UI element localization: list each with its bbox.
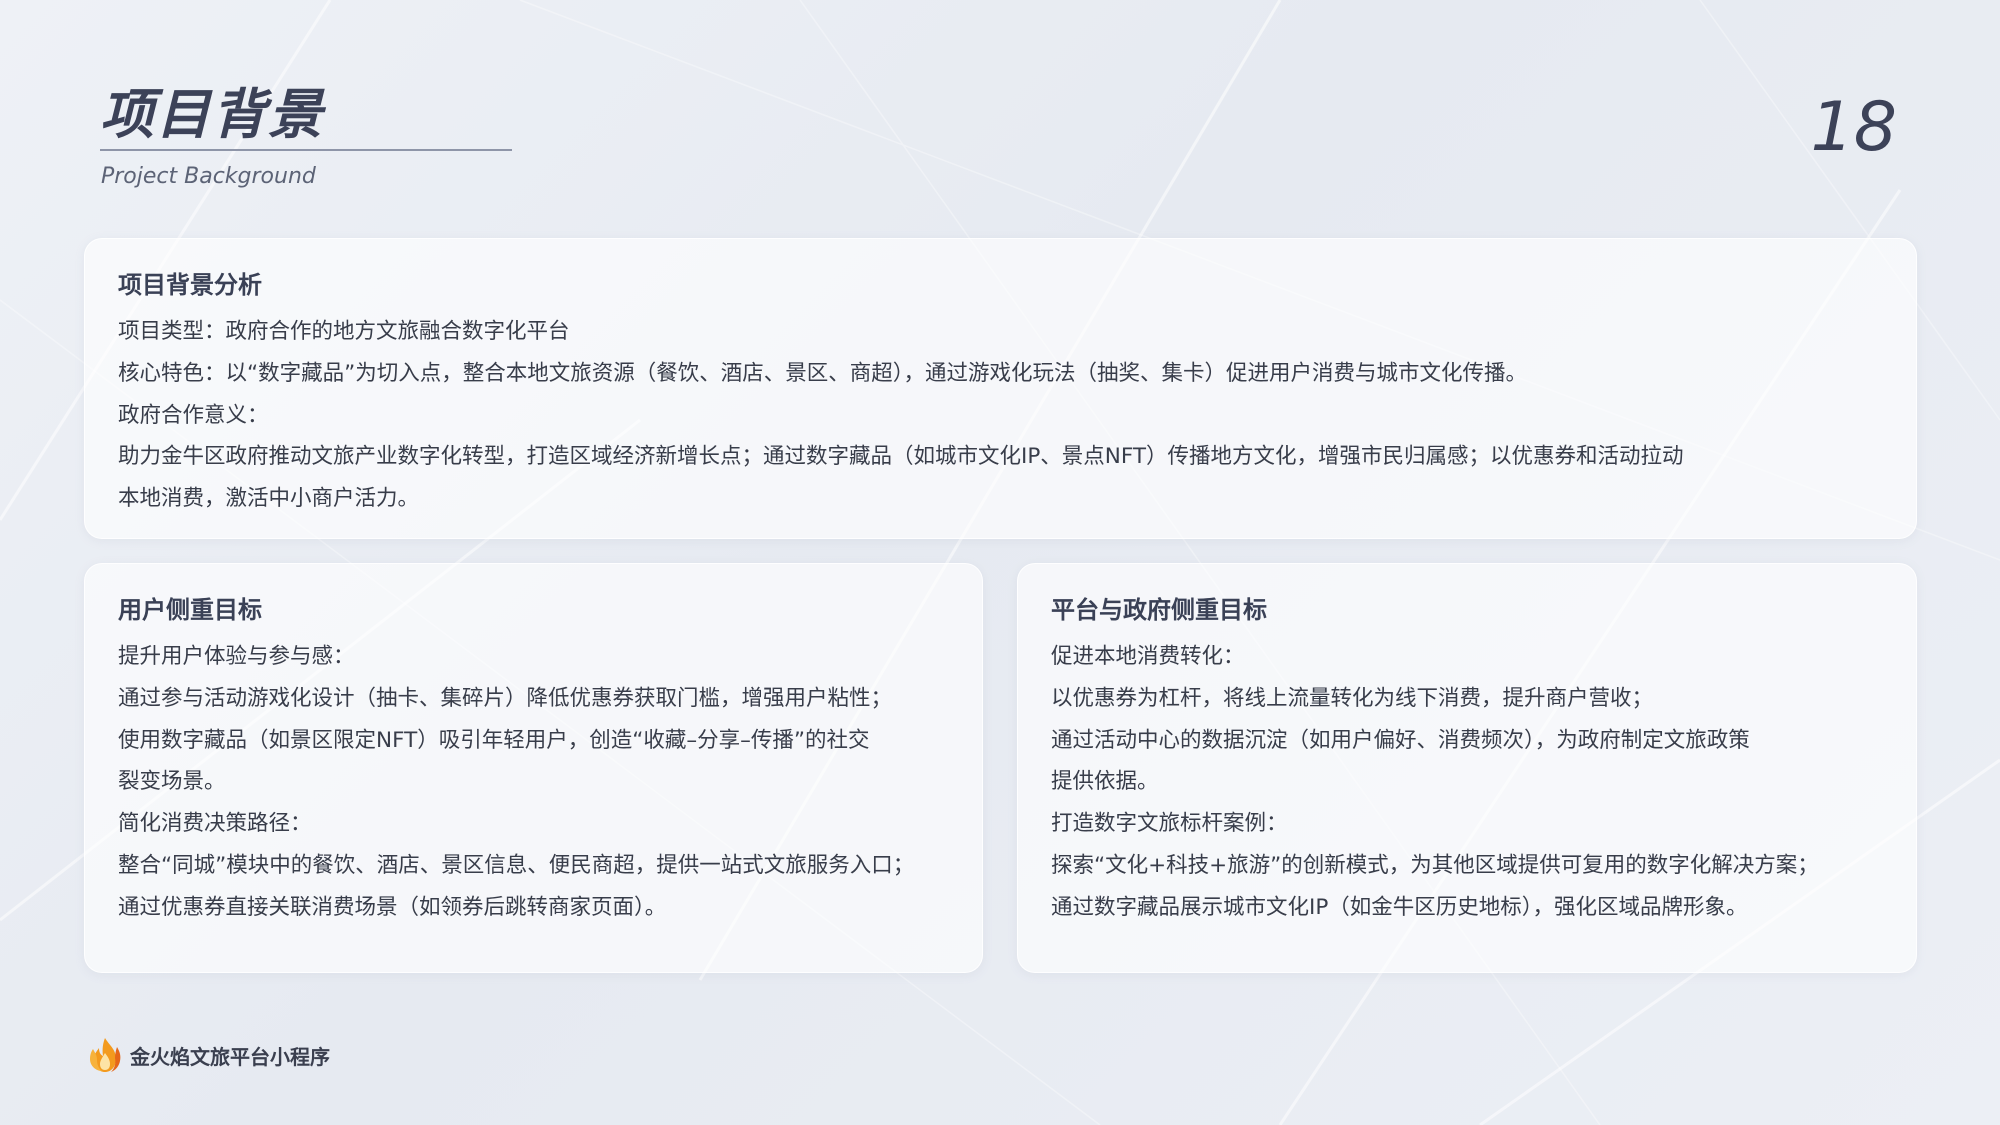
page-number: 18 <box>1810 88 1897 167</box>
card-heading: 平台与政府侧重目标 <box>1051 596 1267 624</box>
text-line: 探索“文化+科技+旅游”的创新模式，为其他区域提供可复用的数字化解决方案； <box>1051 852 1819 878</box>
platform-government-goals-card: 平台与政府侧重目标 促进本地消费转化： 以优惠券为杠杆，将线上流量转化为线下消费… <box>1017 563 1917 973</box>
text-line: 以优惠券为杠杆，将线上流量转化为线下消费，提升商户营收； <box>1051 685 1654 711</box>
text-line: 整合“同城”模块中的餐饮、酒店、景区信息、便民商超，提供一站式文旅服务入口； <box>118 852 915 878</box>
user-goals-card: 用户侧重目标 提升用户体验与参与感： 通过参与活动游戏化设计（抽卡、集碎片）降低… <box>84 563 983 973</box>
text-line: 打造数字文旅标杆案例： <box>1051 811 1288 837</box>
text-line: 通过优惠券直接关联消费场景（如领券后跳转商家页面）。 <box>118 894 667 920</box>
card-heading: 项目背景分析 <box>118 271 262 299</box>
page-subtitle: Project Background <box>101 164 316 189</box>
title-underline <box>100 149 512 151</box>
flame-logo-icon <box>90 1038 121 1072</box>
text-line: 通过参与活动游戏化设计（抽卡、集碎片）降低优惠券获取门槛，增强用户粘性； <box>118 685 893 711</box>
page-title: 项目背景 <box>100 83 324 146</box>
card-text: 提升用户体验与参与感： 通过参与活动游戏化设计（抽卡、集碎片）降低优惠券获取门槛… <box>118 636 914 929</box>
card-text: 项目类型：政府合作的地方文旅融合数字化平台 核心特色：以“数字藏品”为切入点，整… <box>118 311 1684 520</box>
text-line: 核心特色：以“数字藏品”为切入点，整合本地文旅资源（餐饮、酒店、景区、商超），通… <box>118 360 1528 386</box>
text-line: 通过数字藏品展示城市文化IP（如金牛区历史地标），强化区域品牌形象。 <box>1051 894 1748 920</box>
text-line: 本地消费，激活中小商户活力。 <box>118 486 420 512</box>
text-line: 促进本地消费转化： <box>1051 644 1245 669</box>
card-text: 促进本地消费转化： 以优惠券为杠杆，将线上流量转化为线下消费，提升商户营收； 通… <box>1051 636 1819 929</box>
text-line: 提供依据。 <box>1051 769 1159 795</box>
text-line: 项目类型：政府合作的地方文旅融合数字化平台 <box>118 319 570 344</box>
text-line: 通过活动中心的数据沉淀（如用户偏好、消费频次），为政府制定文旅政策 <box>1051 727 1750 753</box>
text-line: 使用数字藏品（如景区限定NFT）吸引年轻用户，创造“收藏–分享–传播”的社交 <box>118 727 870 753</box>
footer-brand: 金火焰文旅平台小程序 <box>88 1037 330 1073</box>
text-line: 裂变场景。 <box>118 769 226 795</box>
footer-brand-name: 金火焰文旅平台小程序 <box>130 1044 330 1069</box>
text-line: 简化消费决策路径： <box>118 811 312 837</box>
text-line: 政府合作意义： <box>118 402 269 428</box>
background-analysis-card: 项目背景分析 项目类型：政府合作的地方文旅融合数字化平台 核心特色：以“数字藏品… <box>84 238 1917 539</box>
text-line: 提升用户体验与参与感： <box>118 644 355 669</box>
text-line: 助力金牛区政府推动文旅产业数字化转型，打造区域经济新增长点；通过数字藏品（如城市… <box>118 444 1684 470</box>
card-heading: 用户侧重目标 <box>118 596 262 624</box>
